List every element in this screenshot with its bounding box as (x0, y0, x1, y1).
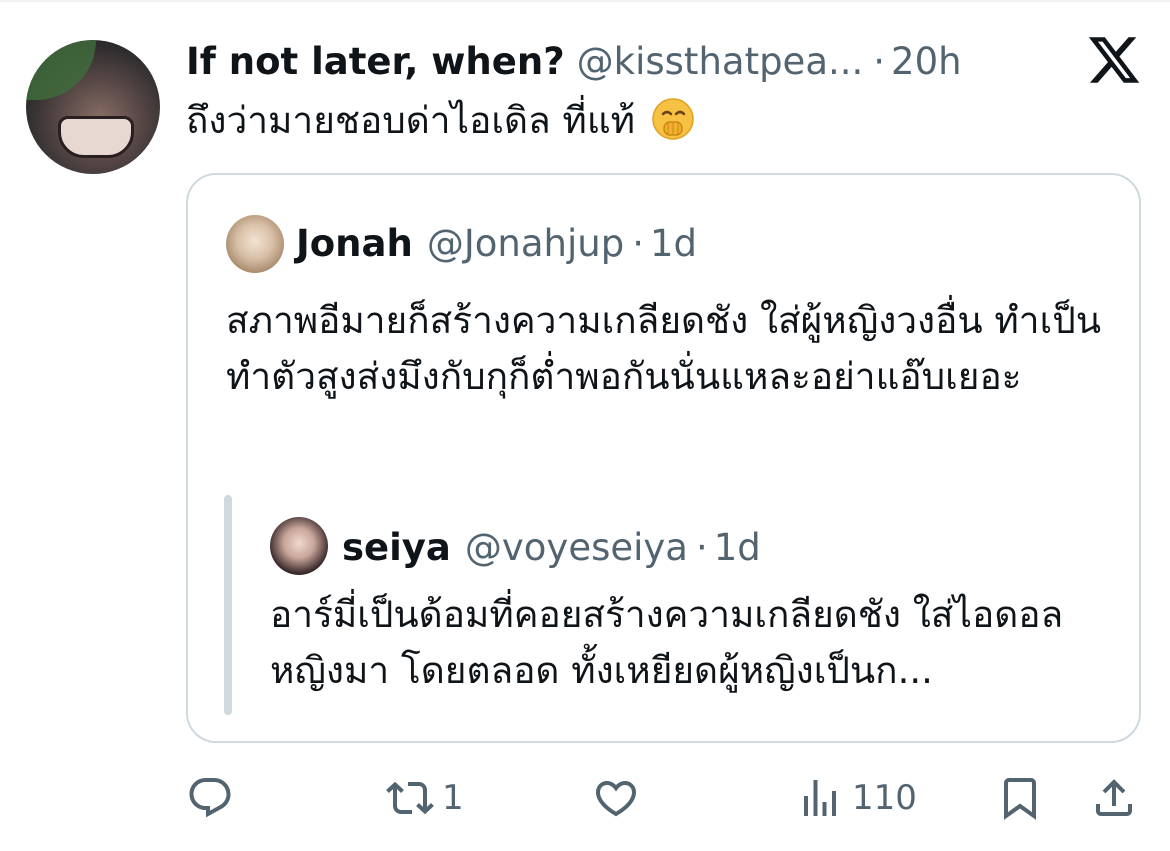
share-icon (1096, 779, 1132, 816)
nested-timestamp[interactable]: 1d (714, 526, 761, 569)
like-button[interactable] (592, 770, 640, 826)
heart-icon (595, 781, 637, 817)
views-icon (804, 780, 836, 816)
nested-handle[interactable]: @voyeseiya (465, 526, 688, 569)
nested-text: อาร์มี่เป็นด้อมที่คอยสร้างความเกลียดชัง … (270, 593, 1064, 692)
retweet-count: 1 (442, 778, 464, 818)
nested-header: seiya @voyeseiya · 1d (342, 521, 761, 573)
retweet-icon (386, 781, 434, 815)
tweet-text: ถึงว่ามายชอบด่าไอเดิล ที่แท้ (186, 94, 695, 148)
x-logo-icon (1088, 37, 1140, 83)
nested-display-name[interactable]: seiya (342, 526, 451, 569)
bookmark-icon (1004, 778, 1036, 820)
quote-display-name[interactable]: Jonah (296, 222, 413, 265)
tweet-header: If not later, when? @kissthatpea... · 20… (186, 36, 962, 86)
avatar-hair (26, 40, 96, 100)
separator-dot: · (873, 39, 886, 83)
views-button[interactable]: 110 (796, 770, 917, 826)
retweet-button[interactable]: 1 (386, 770, 464, 826)
quote-tweet-card[interactable]: Jonah @Jonahjup · 1d สภาพอีมายก็สร้างควา… (186, 173, 1141, 743)
timestamp[interactable]: 20h (891, 40, 962, 83)
reply-button[interactable] (186, 770, 234, 826)
nested-quote-bar (224, 495, 232, 715)
handle[interactable]: @kissthatpea... (577, 40, 864, 83)
nested-separator-dot: · (695, 525, 708, 569)
tweet-text-content: ถึงว่ามายชอบด่าไอเดิล ที่แท้ (186, 99, 636, 142)
display-name[interactable]: If not later, when? (186, 40, 565, 83)
nested-avatar[interactable] (270, 517, 328, 575)
reply-icon (189, 778, 231, 818)
views-count: 110 (852, 778, 917, 818)
share-button[interactable] (1090, 770, 1138, 826)
avatar[interactable] (26, 40, 160, 174)
top-divider (0, 0, 1170, 2)
quote-text: สภาพอีมายก็สร้างความเกลียดชัง ใส่ผู้หญิง… (226, 299, 1101, 398)
quote-separator-dot: · (632, 221, 644, 265)
avatar-mouth (58, 116, 134, 158)
quote-avatar[interactable] (226, 215, 284, 273)
hand-over-mouth-emoji-icon (652, 98, 694, 140)
quote-header: Jonah @Jonahjup · 1d (296, 217, 697, 269)
quote-handle[interactable]: @Jonahjup (427, 222, 624, 265)
quote-timestamp[interactable]: 1d (650, 222, 697, 265)
action-bar: 1 110 (0, 770, 1170, 830)
bookmark-button[interactable] (996, 770, 1044, 826)
